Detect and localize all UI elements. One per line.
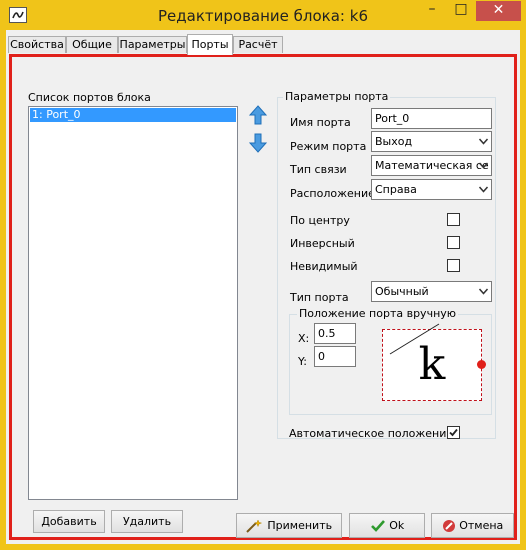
check-icon	[370, 520, 385, 532]
port-params-title: Параметры порта	[283, 90, 391, 103]
window-client: Свойства Общие Параметры Порты Расчёт Сп…	[6, 30, 520, 544]
apply-wand-icon	[246, 519, 263, 533]
port-type-value: Обычный	[375, 285, 429, 298]
center-label: По центру	[290, 214, 350, 227]
tab-calculation[interactable]: Расчёт	[233, 36, 283, 53]
invisible-label: Невидимый	[290, 260, 358, 273]
pointer-line	[389, 323, 440, 355]
port-mode-label: Режим порта	[290, 140, 367, 153]
center-checkbox[interactable]	[447, 213, 460, 226]
checkmark-icon	[449, 428, 458, 437]
cancel-label: Отмена	[459, 519, 504, 532]
chevron-down-icon	[479, 186, 488, 193]
port-name-field[interactable]: Port_0	[371, 108, 492, 129]
ok-label: Ok	[389, 519, 405, 532]
apply-button[interactable]: Применить	[236, 513, 342, 538]
cancel-button[interactable]: Отмена	[431, 513, 514, 538]
ports-list-title: Список портов блока	[28, 91, 151, 104]
delete-button[interactable]: Удалить	[111, 510, 183, 533]
tab-ports[interactable]: Порты	[187, 34, 233, 55]
y-label: Y:	[298, 355, 307, 368]
link-type-select[interactable]: Математическая се	[371, 155, 492, 176]
location-label: Расположение	[290, 187, 375, 200]
ports-listbox[interactable]: 1: Port_0	[28, 106, 238, 500]
inverse-label: Инверсный	[290, 237, 355, 250]
chevron-down-icon	[479, 162, 488, 169]
port-mode-value: Выход	[375, 135, 413, 148]
port-type-select[interactable]: Обычный	[371, 281, 492, 302]
ok-button[interactable]: Ok	[349, 513, 425, 538]
title-bar: Редактирование блока: k6 – □ ✕	[0, 0, 526, 30]
move-down-arrow-icon[interactable]	[249, 133, 267, 153]
port-dot[interactable]	[477, 360, 486, 369]
port-name-label: Имя порта	[290, 116, 351, 129]
port-type-label: Тип порта	[290, 291, 349, 304]
x-label: X:	[298, 332, 310, 345]
tab-properties[interactable]: Свойства	[8, 36, 66, 53]
inverse-checkbox[interactable]	[447, 236, 460, 249]
auto-position-checkbox[interactable]	[447, 426, 460, 439]
invisible-checkbox[interactable]	[447, 259, 460, 272]
cancel-icon	[442, 520, 455, 532]
y-field[interactable]: 0	[314, 346, 356, 367]
list-item[interactable]: 1: Port_0	[30, 108, 236, 122]
tab-parameters[interactable]: Параметры	[118, 36, 187, 53]
manual-position-title: Положение порта вручную	[297, 307, 459, 320]
ports-panel: Список портов блока 1: Port_0 Параметры …	[9, 54, 517, 540]
move-up-arrow-icon[interactable]	[249, 105, 267, 125]
chevron-down-icon	[479, 288, 488, 295]
minimize-button[interactable]: –	[418, 0, 446, 21]
auto-position-label: Автоматическое положение	[289, 427, 454, 440]
add-button[interactable]: Добавить	[33, 510, 105, 533]
link-type-value: Математическая се	[375, 159, 489, 172]
location-value: Справа	[375, 183, 417, 196]
tab-general[interactable]: Общие	[66, 36, 118, 53]
apply-label: Применить	[267, 519, 333, 532]
x-field[interactable]: 0.5	[314, 323, 356, 344]
link-type-label: Тип связи	[290, 163, 347, 176]
port-mode-select[interactable]: Выход	[371, 131, 492, 152]
close-button[interactable]: ✕	[476, 1, 521, 21]
location-select[interactable]: Справа	[371, 179, 492, 200]
chevron-down-icon	[479, 138, 488, 145]
maximize-button[interactable]: □	[447, 0, 475, 21]
